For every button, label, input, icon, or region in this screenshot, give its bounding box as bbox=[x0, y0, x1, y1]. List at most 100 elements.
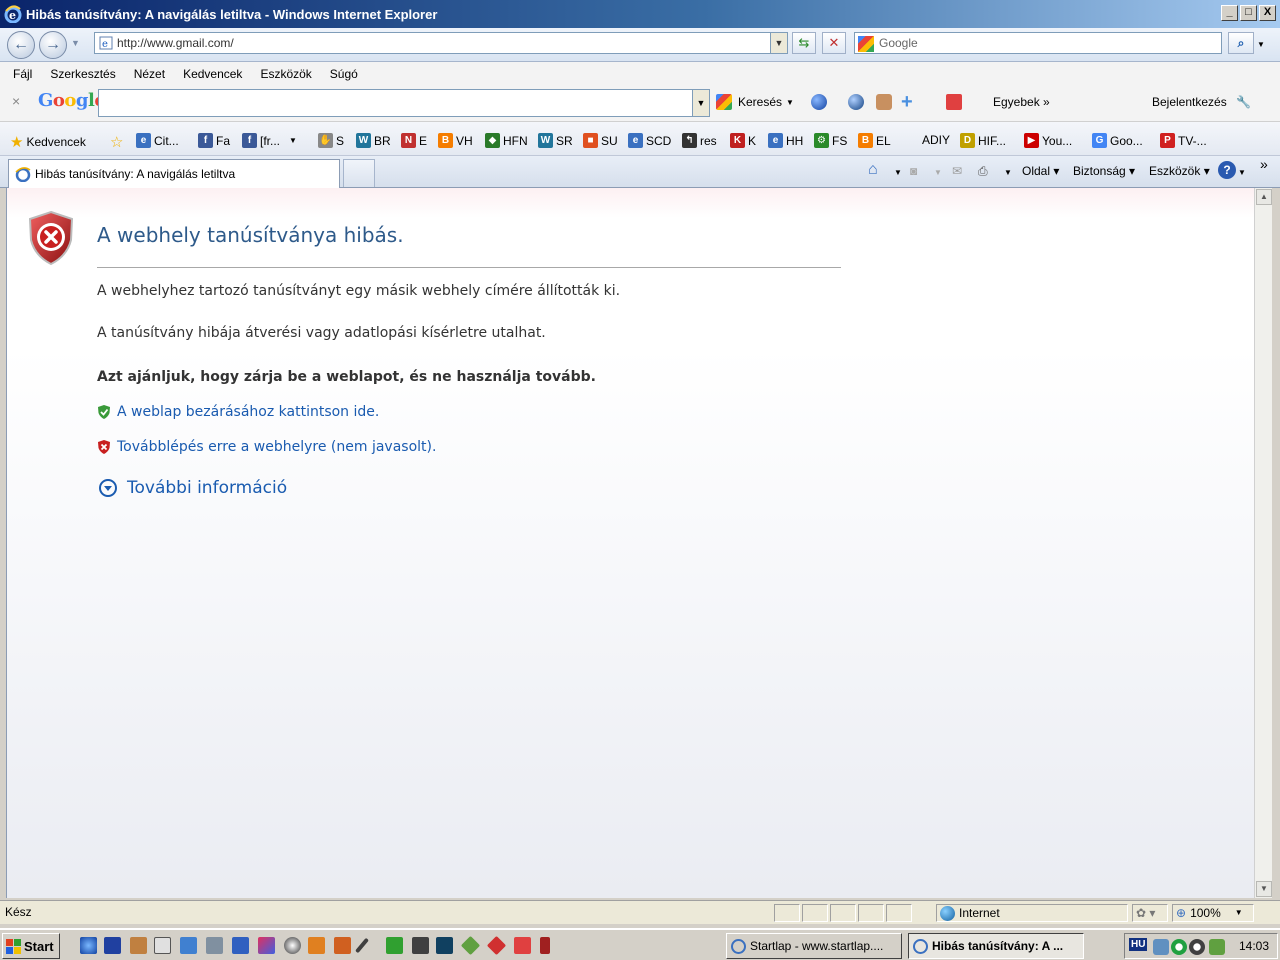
fav-item[interactable]: KK bbox=[730, 133, 756, 148]
google-search-button[interactable]: Keresés bbox=[738, 95, 782, 109]
quicklaunch-app-icon[interactable] bbox=[460, 935, 481, 956]
popup-blocker-icon[interactable] bbox=[946, 94, 962, 110]
search-options-dropdown[interactable]: ▼ bbox=[1257, 40, 1265, 49]
address-dropdown-button[interactable]: ▼ bbox=[770, 33, 787, 53]
protected-mode-button[interactable]: ✿ ▾ bbox=[1132, 904, 1168, 922]
quicklaunch-app-icon[interactable] bbox=[540, 937, 550, 954]
fav-item[interactable]: f Fa bbox=[198, 133, 230, 148]
favorites-button[interactable]: ★ Kedvencek bbox=[10, 133, 86, 151]
page-menu[interactable]: Oldal ▾ bbox=[1022, 164, 1059, 178]
fav-item[interactable]: ✋ S bbox=[318, 133, 344, 148]
quicklaunch-app-icon[interactable] bbox=[180, 937, 197, 954]
quicklaunch-pen-icon[interactable] bbox=[355, 937, 369, 954]
quicklaunch-search-icon[interactable] bbox=[154, 937, 171, 954]
acorn-icon[interactable] bbox=[876, 94, 892, 110]
quicklaunch-app-icon[interactable] bbox=[334, 937, 351, 954]
fav-item[interactable]: ↰ res bbox=[682, 133, 717, 148]
maximize-button[interactable]: □ bbox=[1240, 5, 1257, 21]
search-dropdown-icon[interactable]: ▼ bbox=[786, 98, 794, 107]
new-tab-button[interactable] bbox=[343, 159, 375, 187]
antivirus-icon[interactable] bbox=[1171, 939, 1187, 955]
fav-item[interactable]: ■ SU bbox=[583, 133, 618, 148]
quicklaunch-app-icon[interactable] bbox=[258, 937, 275, 954]
fav-item[interactable]: D HIF... bbox=[960, 133, 1006, 148]
print-dropdown[interactable]: ▼ bbox=[1004, 168, 1012, 177]
menu-favorites[interactable]: Kedvencek bbox=[174, 67, 251, 81]
refresh-button[interactable]: ⇆ bbox=[792, 32, 816, 54]
plus-icon[interactable]: + bbox=[901, 91, 913, 114]
quicklaunch-app-icon[interactable] bbox=[308, 937, 325, 954]
quicklaunch-app-icon[interactable] bbox=[436, 937, 453, 954]
close-page-link[interactable]: A weblap bezárásához kattintson ide. bbox=[97, 404, 379, 420]
help-dropdown[interactable]: ▼ bbox=[1238, 168, 1246, 177]
address-bar[interactable]: e http://www.gmail.com/ ▼ bbox=[94, 32, 788, 54]
mail-icon[interactable]: ✉ bbox=[952, 164, 962, 178]
home-icon[interactable]: ⌂ bbox=[868, 161, 878, 179]
tab-active[interactable]: Hibás tanúsítvány: A navigálás letiltva bbox=[8, 159, 340, 188]
minimize-button[interactable]: _ bbox=[1221, 5, 1238, 21]
scroll-up-button[interactable]: ▲ bbox=[1256, 189, 1272, 205]
quicklaunch-desktop-icon[interactable] bbox=[104, 937, 121, 954]
scroll-down-button[interactable]: ▼ bbox=[1256, 881, 1272, 897]
quicklaunch-app-icon[interactable] bbox=[206, 937, 223, 954]
fav-item[interactable]: B EL bbox=[858, 133, 891, 148]
chevron-more-icon[interactable]: » bbox=[1260, 156, 1268, 172]
feeds-dropdown[interactable]: ▼ bbox=[934, 168, 942, 177]
menu-view[interactable]: Nézet bbox=[125, 67, 174, 81]
security-zone[interactable]: Internet bbox=[936, 904, 1128, 922]
fav-item[interactable]: B VH bbox=[438, 133, 473, 148]
help-icon[interactable]: ? bbox=[1218, 161, 1236, 179]
more-info-toggle[interactable]: További információ bbox=[99, 478, 287, 498]
add-favorite-button[interactable]: ☆ bbox=[110, 133, 123, 151]
more-button[interactable]: Egyebek » bbox=[993, 95, 1050, 109]
quicklaunch-app-icon[interactable] bbox=[386, 937, 403, 954]
quicklaunch-ball-icon[interactable] bbox=[284, 937, 301, 954]
google-search-input[interactable]: ▼ bbox=[98, 89, 710, 117]
zoom-button[interactable]: ⊕ 100% ▼ bbox=[1172, 904, 1254, 922]
search-input[interactable]: Google bbox=[854, 32, 1222, 54]
fav-item[interactable]: f [fr... ▼ bbox=[242, 133, 297, 148]
quicklaunch-app-icon[interactable] bbox=[412, 937, 429, 954]
print-icon[interactable]: ⎙ bbox=[978, 164, 988, 179]
safety-menu[interactable]: Biztonság ▾ bbox=[1073, 164, 1135, 178]
wrench-icon[interactable]: 🔧 bbox=[1236, 95, 1251, 109]
language-indicator[interactable]: HU bbox=[1129, 938, 1148, 951]
google-search-dropdown[interactable]: ▼ bbox=[692, 90, 709, 116]
home-dropdown[interactable]: ▼ bbox=[894, 168, 902, 177]
menu-edit[interactable]: Szerkesztés bbox=[41, 67, 124, 81]
globe-icon[interactable] bbox=[811, 94, 827, 110]
fav-item[interactable]: W SR bbox=[538, 133, 573, 148]
forward-button[interactable]: → bbox=[39, 31, 67, 59]
fav-item[interactable]: e SCD bbox=[628, 133, 671, 148]
fav-item[interactable]: ▶ You... bbox=[1024, 133, 1072, 148]
quicklaunch-word-icon[interactable] bbox=[232, 937, 249, 954]
vertical-scrollbar[interactable]: ▲ ▼ bbox=[1254, 188, 1272, 898]
fav-item[interactable]: P TV-... bbox=[1160, 133, 1207, 148]
menu-help[interactable]: Súgó bbox=[321, 67, 367, 81]
fav-item[interactable]: e HH bbox=[768, 133, 803, 148]
fav-item[interactable]: ⚙ FS bbox=[814, 133, 847, 148]
quicklaunch-ie-icon[interactable] bbox=[80, 937, 97, 954]
close-button[interactable]: X bbox=[1259, 5, 1276, 21]
fav-item[interactable]: G Goo... bbox=[1092, 133, 1143, 148]
stop-button[interactable]: ✕ bbox=[822, 32, 846, 54]
taskbar-item-active[interactable]: Hibás tanúsítvány: A ... bbox=[908, 933, 1084, 959]
tray-app-icon[interactable] bbox=[1189, 939, 1205, 955]
fav-item[interactable]: ◆ HFN bbox=[485, 133, 528, 148]
quicklaunch-app-icon[interactable] bbox=[486, 935, 507, 956]
search-button[interactable]: ⌕ bbox=[1228, 32, 1254, 54]
quicklaunch-app-icon[interactable] bbox=[130, 937, 147, 954]
quicklaunch-app-icon[interactable] bbox=[514, 937, 531, 954]
recent-pages-dropdown[interactable]: ▼ bbox=[71, 38, 80, 48]
close-toolbar-icon[interactable]: × bbox=[12, 93, 20, 109]
back-button[interactable]: ← bbox=[7, 31, 35, 59]
fav-item[interactable]: W BR bbox=[356, 133, 391, 148]
feeds-icon[interactable]: ◙ bbox=[910, 164, 917, 178]
continue-link[interactable]: Továbblépés erre a webhelyre (nem javaso… bbox=[97, 439, 436, 455]
tray-app-icon[interactable] bbox=[1209, 939, 1225, 955]
taskbar-item[interactable]: Startlap - www.startlap.... bbox=[726, 933, 902, 959]
network-icon[interactable] bbox=[1153, 939, 1169, 955]
menu-file[interactable]: Fájl bbox=[4, 67, 41, 81]
fav-item[interactable]: ADIY bbox=[922, 133, 950, 147]
tools-menu[interactable]: Eszközök ▾ bbox=[1149, 164, 1210, 178]
